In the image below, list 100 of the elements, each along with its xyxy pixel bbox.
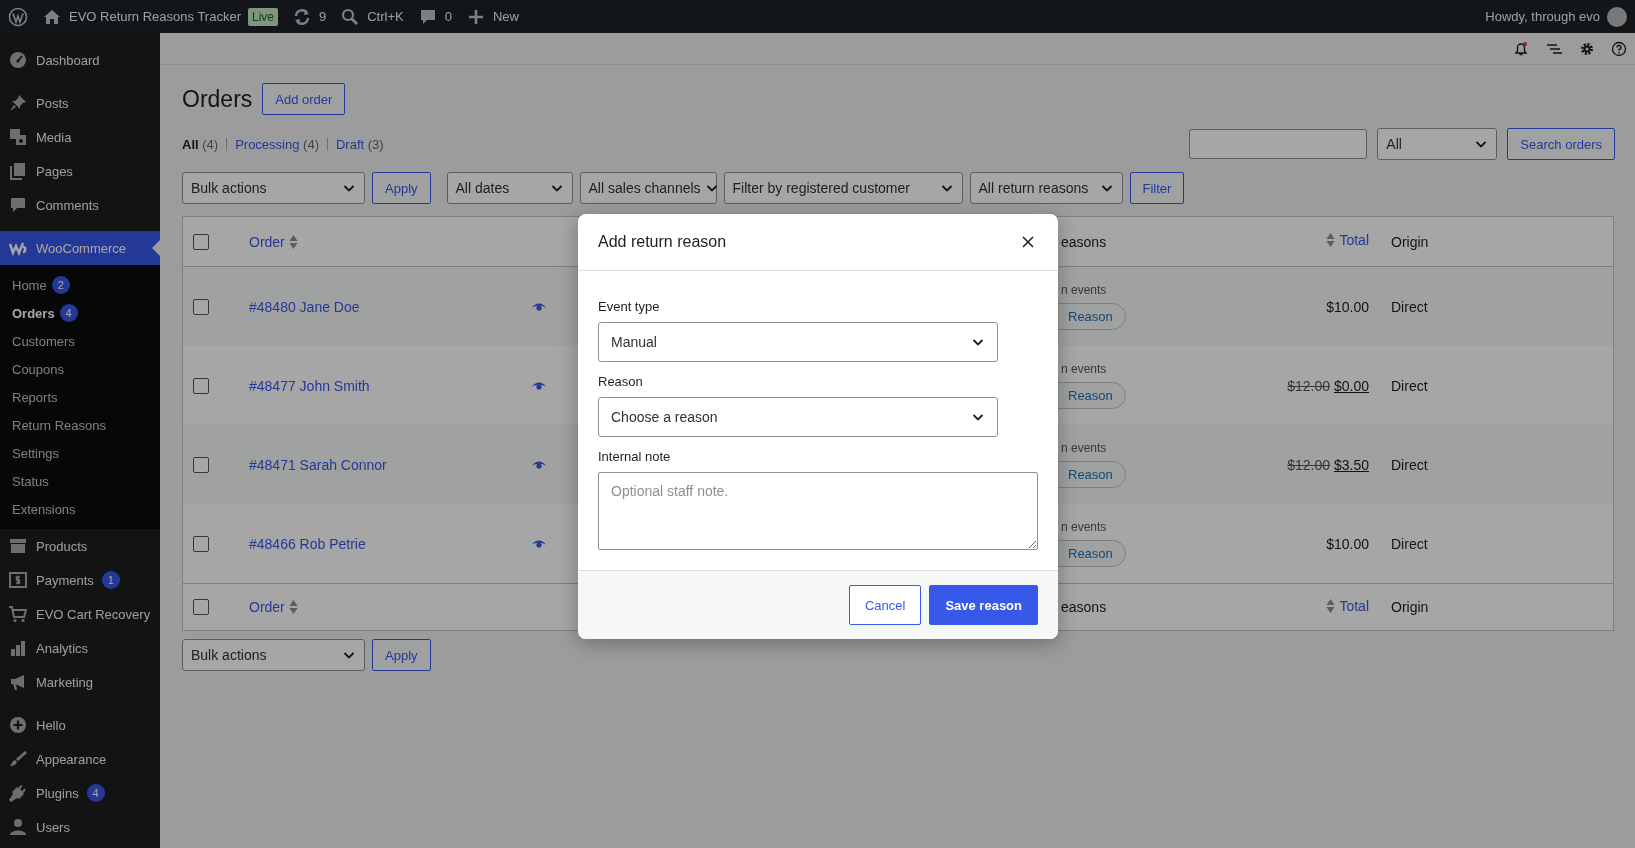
sidebar-item[interactable]: EVO Cart Recovery — [0, 597, 160, 631]
sort-icon — [1326, 597, 1336, 614]
sidebar-item[interactable]: Products — [0, 529, 160, 563]
paintbrush-icon — [8, 749, 28, 769]
sidebar-item[interactable]: Plugins 4 — [0, 776, 160, 810]
filter-select[interactable]: Filter by registered customer — [723, 172, 963, 204]
archive-box-icon — [8, 536, 28, 556]
sidebar-item[interactable]: Media — [0, 120, 160, 154]
order-link[interactable]: #48471 Sarah Connor — [249, 456, 387, 473]
count-badge: 2 — [51, 276, 70, 294]
cancel-button[interactable]: Cancel — [848, 585, 922, 625]
settings-icon[interactable] — [1579, 40, 1595, 57]
search-button[interactable]: Search orders — [1507, 128, 1615, 160]
sort-column-header[interactable]: Total — [1326, 232, 1369, 248]
events-text: n events — [1061, 441, 1108, 455]
events-text: n events — [1061, 362, 1108, 376]
sidebar-item[interactable]: Payments 1 — [0, 563, 160, 597]
count-badge: 1 — [101, 571, 120, 589]
cart-icon — [8, 604, 28, 624]
total-price: $3.50 — [1333, 456, 1369, 473]
checkbox[interactable] — [193, 233, 209, 250]
bulk-actions-select[interactable]: Bulk actions — [182, 639, 365, 671]
search-field[interactable] — [1189, 129, 1368, 159]
toolbar-item[interactable]: 0 — [417, 6, 452, 27]
toolbar-item[interactable]: EVO Return Reasons Tracker Live — [42, 6, 278, 27]
sort-icon — [1326, 232, 1336, 248]
order-link[interactable]: #48466 Rob Petrie — [249, 535, 366, 552]
bulk-actions-select[interactable]: Bulk actions — [182, 172, 365, 204]
toolbar-item[interactable]: Ctrl+K — [340, 6, 404, 27]
logo-item[interactable] — [8, 6, 28, 27]
bell-icon[interactable] — [1513, 40, 1529, 57]
sidebar-item[interactable]: WooCommerce — [0, 231, 160, 265]
toolbar-item[interactable]: New — [465, 6, 519, 27]
checkbox[interactable] — [193, 456, 209, 473]
help-icon[interactable] — [1611, 40, 1627, 57]
submenu-item[interactable]: Orders 4 — [0, 299, 160, 327]
save-button[interactable]: Save reason — [929, 585, 1038, 625]
person-icon — [8, 817, 28, 837]
status-select[interactable]: All — [1377, 128, 1498, 160]
order-link[interactable]: #48477 John Smith — [249, 377, 370, 394]
speech-bubble-icon — [8, 195, 28, 215]
submenu-item[interactable]: Home 2 — [0, 271, 160, 299]
media-icon — [8, 127, 28, 147]
sort-column-header[interactable]: Order — [249, 233, 298, 250]
plug-icon — [8, 783, 28, 803]
checkbox[interactable] — [193, 298, 209, 315]
sidebar-item[interactable]: Appearance — [0, 742, 160, 776]
submenu-item[interactable]: Customers — [0, 327, 160, 355]
filter-select[interactable]: All sales channels — [579, 172, 717, 204]
checkbox[interactable] — [193, 535, 209, 552]
sort-column-header[interactable]: Total — [1326, 597, 1369, 614]
submenu-item[interactable]: Status — [0, 467, 160, 495]
view-filter-link[interactable]: All (4) — [182, 136, 219, 152]
sidebar-item[interactable]: Users — [0, 810, 160, 844]
column-header: Origin — [1391, 599, 1429, 615]
select-field[interactable]: Choose a reason — [598, 397, 998, 437]
submenu-item[interactable]: Return Reasons — [0, 411, 160, 439]
field-label: Reason — [598, 374, 644, 389]
sidebar-item[interactable]: Posts — [0, 86, 160, 120]
sidebar-item[interactable]: Analytics — [0, 631, 160, 665]
apply-button[interactable]: Apply — [372, 172, 431, 204]
wordpress-logo-icon — [8, 6, 28, 27]
status-badge: Live — [247, 7, 278, 26]
filter-select[interactable]: All dates — [446, 172, 573, 204]
pages-icon — [8, 161, 28, 181]
apply-button[interactable]: Apply — [372, 639, 431, 671]
sort-column-header[interactable]: Order — [249, 599, 298, 615]
sidebar-item[interactable]: Marketing — [0, 665, 160, 699]
total-price: $0.00 — [1333, 377, 1369, 394]
view-filter-link[interactable]: Processing (4) — [235, 136, 319, 152]
submenu-item[interactable]: Coupons — [0, 355, 160, 383]
sidebar-item[interactable]: Comments — [0, 188, 160, 222]
select-field[interactable]: Manual — [598, 322, 998, 362]
filter-button[interactable]: Filter — [1129, 172, 1185, 204]
add-order-button[interactable]: Add order — [262, 83, 346, 115]
sidebar-item[interactable]: Pages — [0, 154, 160, 188]
events-text: n events — [1061, 520, 1108, 534]
submenu-item[interactable]: Settings — [0, 439, 160, 467]
origin-text: Direct — [1391, 377, 1428, 394]
sidebar-item[interactable]: Dashboard — [0, 43, 160, 77]
order-link[interactable]: #48480 Jane Doe — [249, 298, 360, 315]
search-icon — [340, 6, 361, 27]
toolbar-item[interactable]: 9 — [292, 6, 327, 27]
submenu-item[interactable]: Extensions — [0, 495, 160, 523]
filter-select[interactable]: All return reasons — [969, 172, 1123, 204]
checkbox[interactable] — [193, 599, 209, 615]
total-price: $10.00 — [1326, 298, 1369, 315]
origin-text: Direct — [1391, 456, 1428, 473]
count-badge: 4 — [86, 784, 105, 802]
sidebar-item[interactable]: Hello — [0, 708, 160, 742]
view-filter-link[interactable]: Draft (3) — [335, 136, 384, 152]
submenu-item[interactable]: Reports — [0, 383, 160, 411]
column-header: Origin — [1391, 233, 1429, 250]
account-menu[interactable]: Howdy, through evo — [1485, 6, 1627, 27]
avatar — [1607, 6, 1627, 27]
checkbox[interactable] — [193, 377, 209, 394]
field-label: Event type — [598, 299, 661, 314]
original-price: $12.00 — [1287, 377, 1331, 394]
note-field[interactable]: Optional staff note. — [598, 472, 1038, 550]
dialog-title: Add return reason — [598, 233, 727, 251]
